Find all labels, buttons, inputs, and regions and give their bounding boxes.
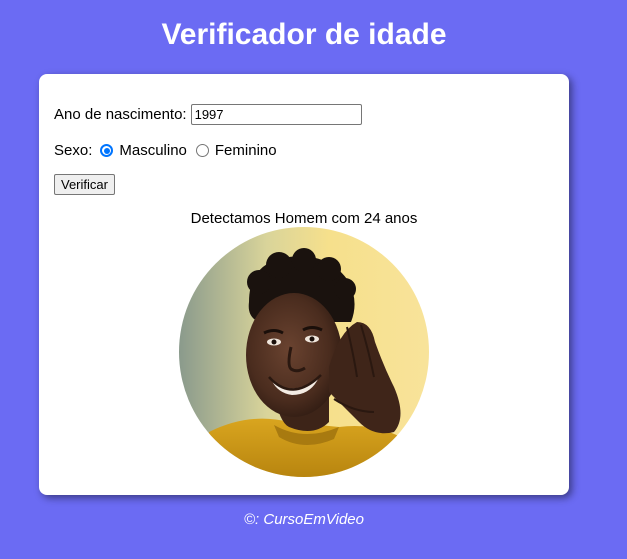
sex-label: Sexo:	[54, 142, 93, 159]
page-title: Verificador de idade	[161, 18, 447, 51]
radio-feminino-label[interactable]: Feminino	[215, 142, 277, 159]
footer-credit: ©: CursoEmVideo	[244, 511, 364, 528]
radio-feminino[interactable]: Feminino	[187, 142, 277, 159]
birth-year-label: Ano de nascimento:	[54, 106, 187, 123]
form-card: Ano de nascimento: Sexo: Masculino Femin…	[39, 74, 569, 495]
radio-feminino-control[interactable]	[195, 144, 209, 157]
verify-button[interactable]: Verificar	[54, 174, 115, 195]
person-photo-image	[179, 227, 429, 477]
birth-year-input[interactable]	[190, 104, 362, 125]
birth-year-row: Ano de nascimento:	[54, 104, 362, 125]
result-photo	[179, 227, 429, 477]
radio-masculino[interactable]: Masculino	[92, 142, 187, 159]
radio-masculino-control[interactable]	[100, 144, 114, 157]
sex-row: Sexo: Masculino Feminino	[54, 142, 277, 159]
result-text: Detectamos Homem com 24 anos	[190, 210, 418, 227]
radio-masculino-label[interactable]: Masculino	[119, 142, 187, 159]
